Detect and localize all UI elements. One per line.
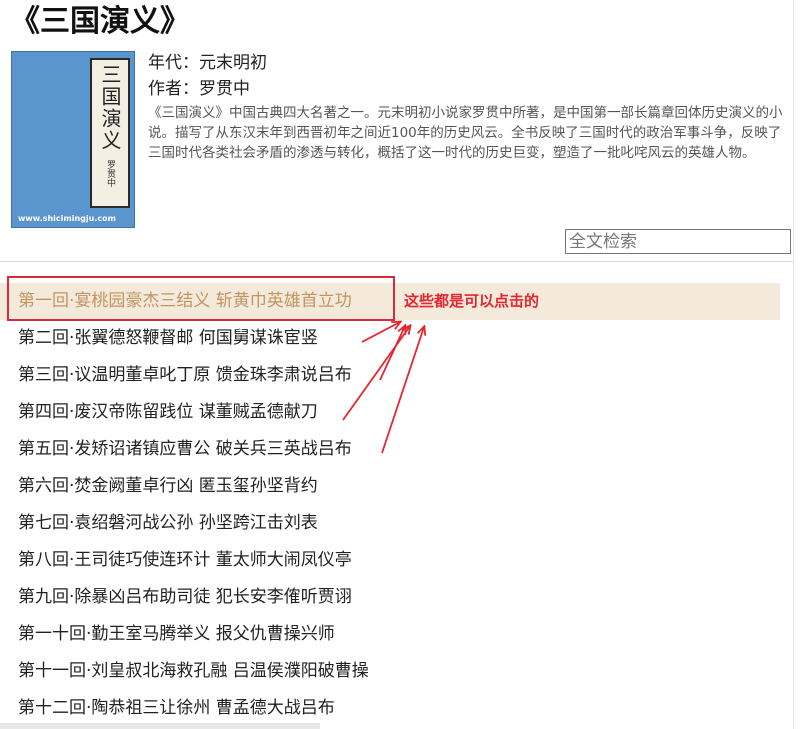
book-intro: 《三国演义》中国古典四大名著之一。元末明初小说家罗贯中所著，是中国第一部长篇章回…	[148, 105, 783, 161]
book-era: 年代：元末明初	[148, 53, 267, 73]
chapter-link-4[interactable]: 第四回·废汉帝陈留践位 谋董贼孟德献刀	[0, 394, 780, 431]
book-author: 作者：罗贯中	[148, 79, 250, 99]
annotation-text: 这些都是可以点击的	[404, 292, 540, 310]
cover-author-text: 罗贯中	[105, 160, 115, 187]
chapter-link-5[interactable]: 第五回·发矫诏诸镇应曹公 破关兵三英战吕布	[0, 431, 780, 468]
fulltext-search-input[interactable]	[565, 229, 791, 254]
chapter-link-12[interactable]: 第十二回·陶恭祖三让徐州 曹孟德大战吕布	[0, 690, 780, 727]
page: 《三国演义》 三国演义 罗贯中 www.shicimingju.com 年代：元…	[0, 0, 806, 729]
chapter-link-7[interactable]: 第七回·袁绍磐河战公孙 孙坚跨江击刘表	[0, 505, 780, 542]
cover-title-label: 三国演义 罗贯中	[90, 58, 130, 208]
chapter-link-9[interactable]: 第九回·除暴凶吕布助司徒 犯长安李傕听贾诩	[0, 579, 780, 616]
chapter-link-11[interactable]: 第十一回·刘皇叔北海救孔融 吕温侯濮阳破曹操	[0, 653, 780, 690]
chapter-list: 第一回·宴桃园豪杰三结义 斩黄巾英雄首立功 第二回·张翼德怒鞭督邮 何国舅谋诛宦…	[0, 283, 780, 727]
highlight-box	[7, 276, 395, 321]
chapter-link-8[interactable]: 第八回·王司徒巧使连环计 董太师大闹凤仪亭	[0, 542, 780, 579]
chapter-link-3[interactable]: 第三回·议温明董卓叱丁原 馈金珠李肃说吕布	[0, 357, 780, 394]
book-title: 《三国演义》	[10, 4, 190, 39]
book-cover-image: 三国演义 罗贯中 www.shicimingju.com	[11, 51, 135, 228]
chapter-link-6[interactable]: 第六回·焚金阙董卓行凶 匿玉玺孙坚背约	[0, 468, 780, 505]
cover-title-text: 三国演义	[98, 64, 122, 152]
right-divider	[793, 0, 794, 729]
horizontal-scrollbar[interactable]	[0, 723, 320, 729]
chapter-link-2[interactable]: 第二回·张翼德怒鞭督邮 何国舅谋诛宦竖	[0, 320, 780, 357]
divider	[0, 261, 793, 262]
cover-site-watermark: www.shicimingju.com	[18, 214, 116, 223]
chapter-link-10[interactable]: 第一十回·勤王室马腾举义 报父仇曹操兴师	[0, 616, 780, 653]
